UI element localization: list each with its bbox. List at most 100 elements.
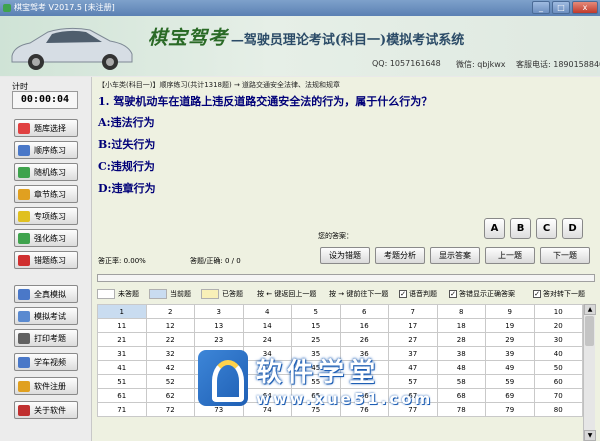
unanswered-swatch (97, 289, 115, 299)
question-cell[interactable]: 59 (485, 374, 535, 389)
question-cell[interactable]: 30 (533, 332, 583, 347)
prev-question-button[interactable]: 上一题 (485, 247, 535, 264)
menu-video-button[interactable]: 学车视频 (14, 353, 78, 371)
mark-wrong-button[interactable]: 设为错题 (320, 247, 370, 264)
question-cell[interactable]: 1 (97, 304, 147, 319)
question-cell[interactable]: 51 (97, 374, 147, 389)
question-cell[interactable]: 79 (485, 402, 535, 417)
question-cell[interactable]: 20 (533, 318, 583, 333)
question-cell[interactable]: 9 (485, 304, 535, 319)
question-cell[interactable]: 3 (194, 304, 244, 319)
menu-question-bank-button[interactable]: 题库选择 (14, 119, 78, 137)
question-cell[interactable]: 10 (533, 304, 583, 319)
menu-intensive-practice-button[interactable]: 强化练习 (14, 229, 78, 247)
menu-chapter-practice-button[interactable]: 章节练习 (14, 185, 78, 203)
menu-topic-practice-button[interactable]: 专项练习 (14, 207, 78, 225)
question-cell[interactable]: 17 (388, 318, 438, 333)
question-cell[interactable]: 26 (339, 332, 389, 347)
question-cell[interactable]: 2 (145, 304, 195, 319)
menu-register-button[interactable]: 软件注册 (14, 377, 78, 395)
question-cell[interactable]: 22 (145, 332, 195, 347)
menu-wrong-questions-button[interactable]: 错题练习 (14, 251, 78, 269)
window-title: 棋宝驾考 V2017.5 [未注册] (14, 3, 115, 12)
question-cell[interactable]: 27 (388, 332, 438, 347)
question-cell[interactable]: 69 (485, 388, 535, 403)
watermark: 软件学堂 www.xue51.com (198, 348, 430, 434)
question-cell[interactable]: 80 (533, 402, 583, 417)
grid-scrollbar[interactable]: ▲ ▼ (583, 304, 596, 441)
question-cell[interactable]: 6 (339, 304, 389, 319)
question-cell[interactable]: 48 (436, 360, 486, 375)
question-cell[interactable]: 41 (97, 360, 147, 375)
option-b[interactable]: B:过失行为 (98, 136, 155, 152)
question-cell[interactable]: 39 (485, 346, 535, 361)
question-cell[interactable]: 32 (145, 346, 195, 361)
menu-sequential-practice-button[interactable]: 顺序练习 (14, 141, 78, 159)
question-cell[interactable]: 14 (242, 318, 292, 333)
answer-b-button[interactable]: B (510, 218, 531, 239)
question-cell[interactable]: 68 (436, 388, 486, 403)
show-correct-checkbox[interactable]: ✓ (449, 290, 457, 298)
question-cell[interactable]: 52 (145, 374, 195, 389)
voice-checkbox[interactable]: ✓ (399, 290, 407, 298)
chart-icon (18, 232, 30, 244)
scroll-down-arrow-icon[interactable]: ▼ (584, 430, 596, 441)
option-d[interactable]: D:违章行为 (98, 180, 156, 196)
accuracy-stat: 答正率: 0.00% (98, 257, 146, 265)
menu-about-button[interactable]: 关于软件 (14, 401, 78, 419)
question-cell[interactable]: 8 (436, 304, 486, 319)
menu-mock-exam-button[interactable]: 模拟考试 (14, 307, 78, 325)
menu-print-button[interactable]: 打印考题 (14, 329, 78, 347)
question-cell[interactable]: 78 (436, 402, 486, 417)
question-cell[interactable]: 7 (388, 304, 438, 319)
dice-icon (18, 122, 30, 134)
question-cell[interactable]: 70 (533, 388, 583, 403)
scroll-thumb[interactable] (585, 316, 594, 346)
question-cell[interactable]: 60 (533, 374, 583, 389)
question-cell[interactable]: 13 (194, 318, 244, 333)
question-cell[interactable]: 29 (485, 332, 535, 347)
question-cell[interactable]: 23 (194, 332, 244, 347)
question-cell[interactable]: 4 (242, 304, 292, 319)
question-cell[interactable]: 62 (145, 388, 195, 403)
answer-a-button[interactable]: A (484, 218, 505, 239)
close-button[interactable]: x (572, 1, 598, 14)
question-cell[interactable]: 40 (533, 346, 583, 361)
question-cell[interactable]: 11 (97, 318, 147, 333)
question-cell[interactable]: 18 (436, 318, 486, 333)
question-cell[interactable]: 71 (97, 402, 147, 417)
auto-next-checkbox[interactable]: ✓ (533, 290, 541, 298)
question-cell[interactable]: 19 (485, 318, 535, 333)
menu-random-practice-button[interactable]: 随机练习 (14, 163, 78, 181)
progress-bar (97, 274, 595, 282)
question-cell[interactable]: 25 (291, 332, 341, 347)
answer-c-button[interactable]: C (536, 218, 557, 239)
question-cell[interactable]: 15 (291, 318, 341, 333)
menu-full-simulation-button[interactable]: 全真模拟 (14, 285, 78, 303)
question-cell[interactable]: 49 (485, 360, 535, 375)
question-cell[interactable]: 61 (97, 388, 147, 403)
question-cell[interactable]: 21 (97, 332, 147, 347)
option-a[interactable]: A:违法行为 (98, 114, 155, 130)
question-cell[interactable]: 42 (145, 360, 195, 375)
show-answer-button[interactable]: 显示答案 (430, 247, 480, 264)
question-cell[interactable]: 31 (97, 346, 147, 361)
next-question-button[interactable]: 下一题 (540, 247, 590, 264)
scroll-up-arrow-icon[interactable]: ▲ (584, 304, 596, 315)
analysis-button[interactable]: 考题分析 (375, 247, 425, 264)
info-icon (18, 404, 30, 416)
question-cell[interactable]: 50 (533, 360, 583, 375)
answer-d-button[interactable]: D (562, 218, 583, 239)
question-cell[interactable]: 24 (242, 332, 292, 347)
question-cell[interactable]: 12 (145, 318, 195, 333)
question-cell[interactable]: 28 (436, 332, 486, 347)
minimize-button[interactable]: _ (532, 1, 550, 14)
question-cell[interactable]: 5 (291, 304, 341, 319)
menu-label: 全真模拟 (34, 289, 66, 299)
question-cell[interactable]: 58 (436, 374, 486, 389)
maximize-button[interactable]: □ (552, 1, 570, 14)
question-cell[interactable]: 72 (145, 402, 195, 417)
question-cell[interactable]: 38 (436, 346, 486, 361)
option-c[interactable]: C:违规行为 (98, 158, 155, 174)
question-cell[interactable]: 16 (339, 318, 389, 333)
